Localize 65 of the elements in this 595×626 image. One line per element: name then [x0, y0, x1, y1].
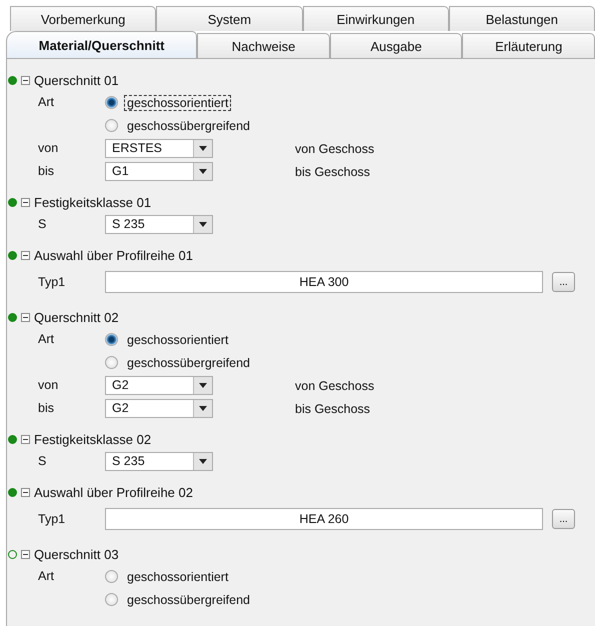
field-label: S — [38, 216, 48, 233]
radio-label[interactable]: geschossübergreifend — [124, 118, 253, 134]
browse-button[interactable]: ... — [552, 272, 575, 292]
radio-button[interactable] — [105, 593, 118, 606]
field-note: von Geschoss — [295, 378, 374, 392]
radio-button[interactable] — [105, 333, 118, 346]
field-label: Art — [38, 94, 55, 111]
dropdown[interactable]: ERSTES — [105, 139, 213, 158]
radio-button[interactable] — [105, 356, 118, 369]
field-label: Art — [38, 331, 55, 348]
tab[interactable]: Erläuterung — [462, 33, 595, 58]
section-title: Querschnitt 02 — [34, 310, 119, 324]
caret-icon[interactable] — [193, 163, 212, 180]
field-label: Typ1 — [38, 510, 66, 528]
tab[interactable]: Ausgabe — [330, 33, 462, 58]
input-field[interactable]: HEA 300 — [105, 271, 543, 293]
caret-icon[interactable] — [193, 377, 212, 394]
field-label: bis — [38, 400, 55, 417]
section-title: Auswahl über Profilreihe 02 — [34, 484, 193, 500]
radio-label[interactable]: geschossorientiert — [124, 568, 232, 584]
section-title: Festigkeitsklasse 01 — [34, 194, 152, 210]
tab[interactable]: Belastungen — [448, 6, 595, 31]
caret-icon[interactable] — [193, 216, 212, 233]
field-label: Art — [38, 568, 55, 585]
input-field[interactable]: HEA 260 — [105, 508, 543, 530]
field-note: von Geschoss — [295, 142, 374, 156]
field-label: S — [38, 453, 48, 470]
field-label: von — [38, 140, 60, 157]
tab[interactable]: Nachweise — [197, 33, 330, 58]
collapse-icon[interactable] — [21, 198, 30, 206]
dropdown[interactable]: S 235 — [105, 215, 213, 234]
field-label: Typ1 — [38, 274, 66, 291]
caret-icon[interactable] — [193, 453, 212, 470]
section-title: Festigkeitsklasse 02 — [34, 432, 152, 446]
field-label: bis — [38, 163, 55, 180]
tab[interactable]: Vorbemerkung — [10, 6, 156, 31]
caret-icon[interactable] — [193, 140, 212, 157]
radio-label[interactable]: geschossübergreifend — [124, 354, 253, 370]
dropdown[interactable]: S 235 — [105, 452, 213, 471]
radio-label[interactable]: geschossorientiert — [124, 332, 232, 348]
collapse-icon[interactable] — [21, 76, 30, 84]
radio-label[interactable]: geschossübergreifend — [124, 592, 253, 608]
field-note: bis Geschoss — [295, 402, 370, 416]
field-label: von — [38, 377, 60, 394]
caret-icon[interactable] — [193, 400, 212, 417]
collapse-icon[interactable] — [21, 550, 30, 558]
dropdown[interactable]: G1 — [105, 162, 213, 181]
dropdown[interactable]: G2 — [105, 399, 213, 418]
tab[interactable]: System — [156, 6, 302, 31]
section-title: Querschnitt 01 — [34, 72, 119, 88]
tab[interactable]: Material/Querschnitt — [6, 31, 198, 58]
tab[interactable]: Einwirkungen — [302, 6, 449, 31]
collapse-icon[interactable] — [21, 250, 30, 260]
radio-label[interactable]: geschossorientiert — [124, 94, 232, 110]
collapse-icon[interactable] — [21, 434, 30, 444]
radio-button[interactable] — [105, 96, 118, 109]
field-note: bis Geschoss — [295, 164, 370, 178]
browse-button[interactable]: ... — [552, 509, 575, 529]
collapse-icon[interactable] — [21, 488, 30, 496]
dropdown[interactable]: G2 — [105, 376, 213, 395]
radio-button[interactable] — [105, 570, 118, 583]
collapse-icon[interactable] — [21, 312, 30, 322]
section-title: Auswahl über Profilreihe 01 — [34, 248, 193, 262]
section-title: Querschnitt 03 — [34, 546, 119, 562]
radio-button[interactable] — [105, 119, 118, 132]
